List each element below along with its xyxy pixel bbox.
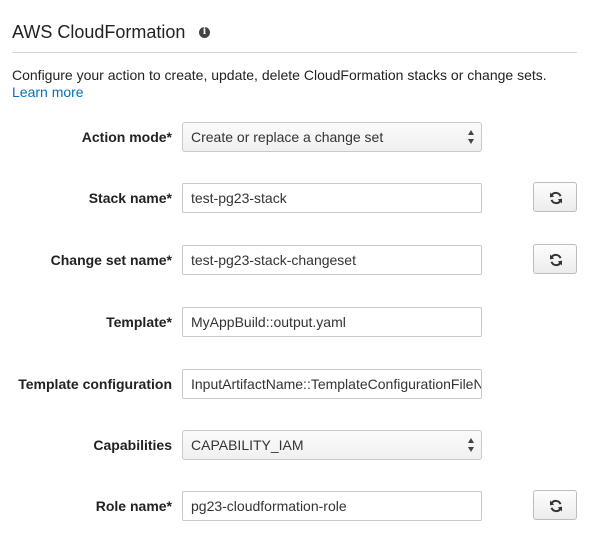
action-mode-row: Action mode* Create or replace a change … (0, 122, 605, 152)
template-configuration-label: Template configuration (18, 376, 172, 392)
stack-name-label: Stack name* (88, 190, 172, 206)
change-set-name-label: Change set name* (50, 252, 172, 268)
stack-name-input[interactable]: test-pg23-stack (182, 183, 482, 213)
learn-more-link[interactable]: Learn more (12, 84, 84, 100)
change-set-name-input[interactable]: test-pg23-stack-changeset (182, 245, 482, 275)
change-set-name-refresh-button[interactable] (533, 244, 577, 274)
template-configuration-value: InputArtifactName::TemplateConfiguration… (191, 376, 482, 392)
role-name-refresh-button[interactable] (533, 490, 577, 520)
stack-name-row: Stack name* test-pg23-stack (0, 182, 605, 213)
template-row: Template* MyAppBuild::output.yaml (0, 307, 605, 337)
action-mode-label: Action mode* (81, 129, 172, 145)
section-description: Configure your action to create, update,… (12, 67, 592, 101)
capabilities-label: Capabilities (93, 437, 172, 453)
refresh-icon (550, 499, 562, 513)
role-name-input[interactable]: pg23-cloudformation-role (182, 491, 482, 521)
capabilities-select[interactable]: CAPABILITY_IAM (182, 430, 482, 460)
section-title: AWS CloudFormation (12, 22, 186, 42)
change-set-name-row: Change set name* test-pg23-stack-changes… (0, 244, 605, 275)
template-configuration-input[interactable]: InputArtifactName::TemplateConfiguration… (182, 369, 482, 399)
cloudformation-panel: AWS CloudFormation i Configure your acti… (0, 0, 605, 533)
description-text: Configure your action to create, update,… (12, 67, 547, 83)
template-label: Template* (106, 314, 172, 330)
capabilities-value: CAPABILITY_IAM (191, 437, 304, 453)
refresh-icon (550, 253, 562, 267)
change-set-name-value: test-pg23-stack-changeset (191, 252, 356, 268)
role-name-label: Role name* (95, 498, 172, 514)
stack-name-refresh-button[interactable] (533, 182, 577, 212)
role-name-row: Role name* pg23-cloudformation-role (0, 490, 605, 521)
stack-name-value: test-pg23-stack (191, 190, 287, 206)
capabilities-row: Capabilities CAPABILITY_IAM (0, 430, 605, 460)
refresh-icon (550, 191, 562, 205)
action-mode-value: Create or replace a change set (191, 129, 384, 145)
template-input[interactable]: MyAppBuild::output.yaml (182, 307, 482, 337)
select-arrows-icon (468, 438, 475, 452)
template-configuration-row: Template configuration InputArtifactName… (0, 369, 605, 399)
info-icon[interactable]: i (199, 27, 210, 38)
action-mode-select[interactable]: Create or replace a change set (182, 122, 482, 152)
select-arrows-icon (468, 130, 475, 144)
section-header: AWS CloudFormation i (12, 22, 577, 53)
template-value: MyAppBuild::output.yaml (191, 314, 346, 330)
role-name-value: pg23-cloudformation-role (191, 498, 347, 514)
